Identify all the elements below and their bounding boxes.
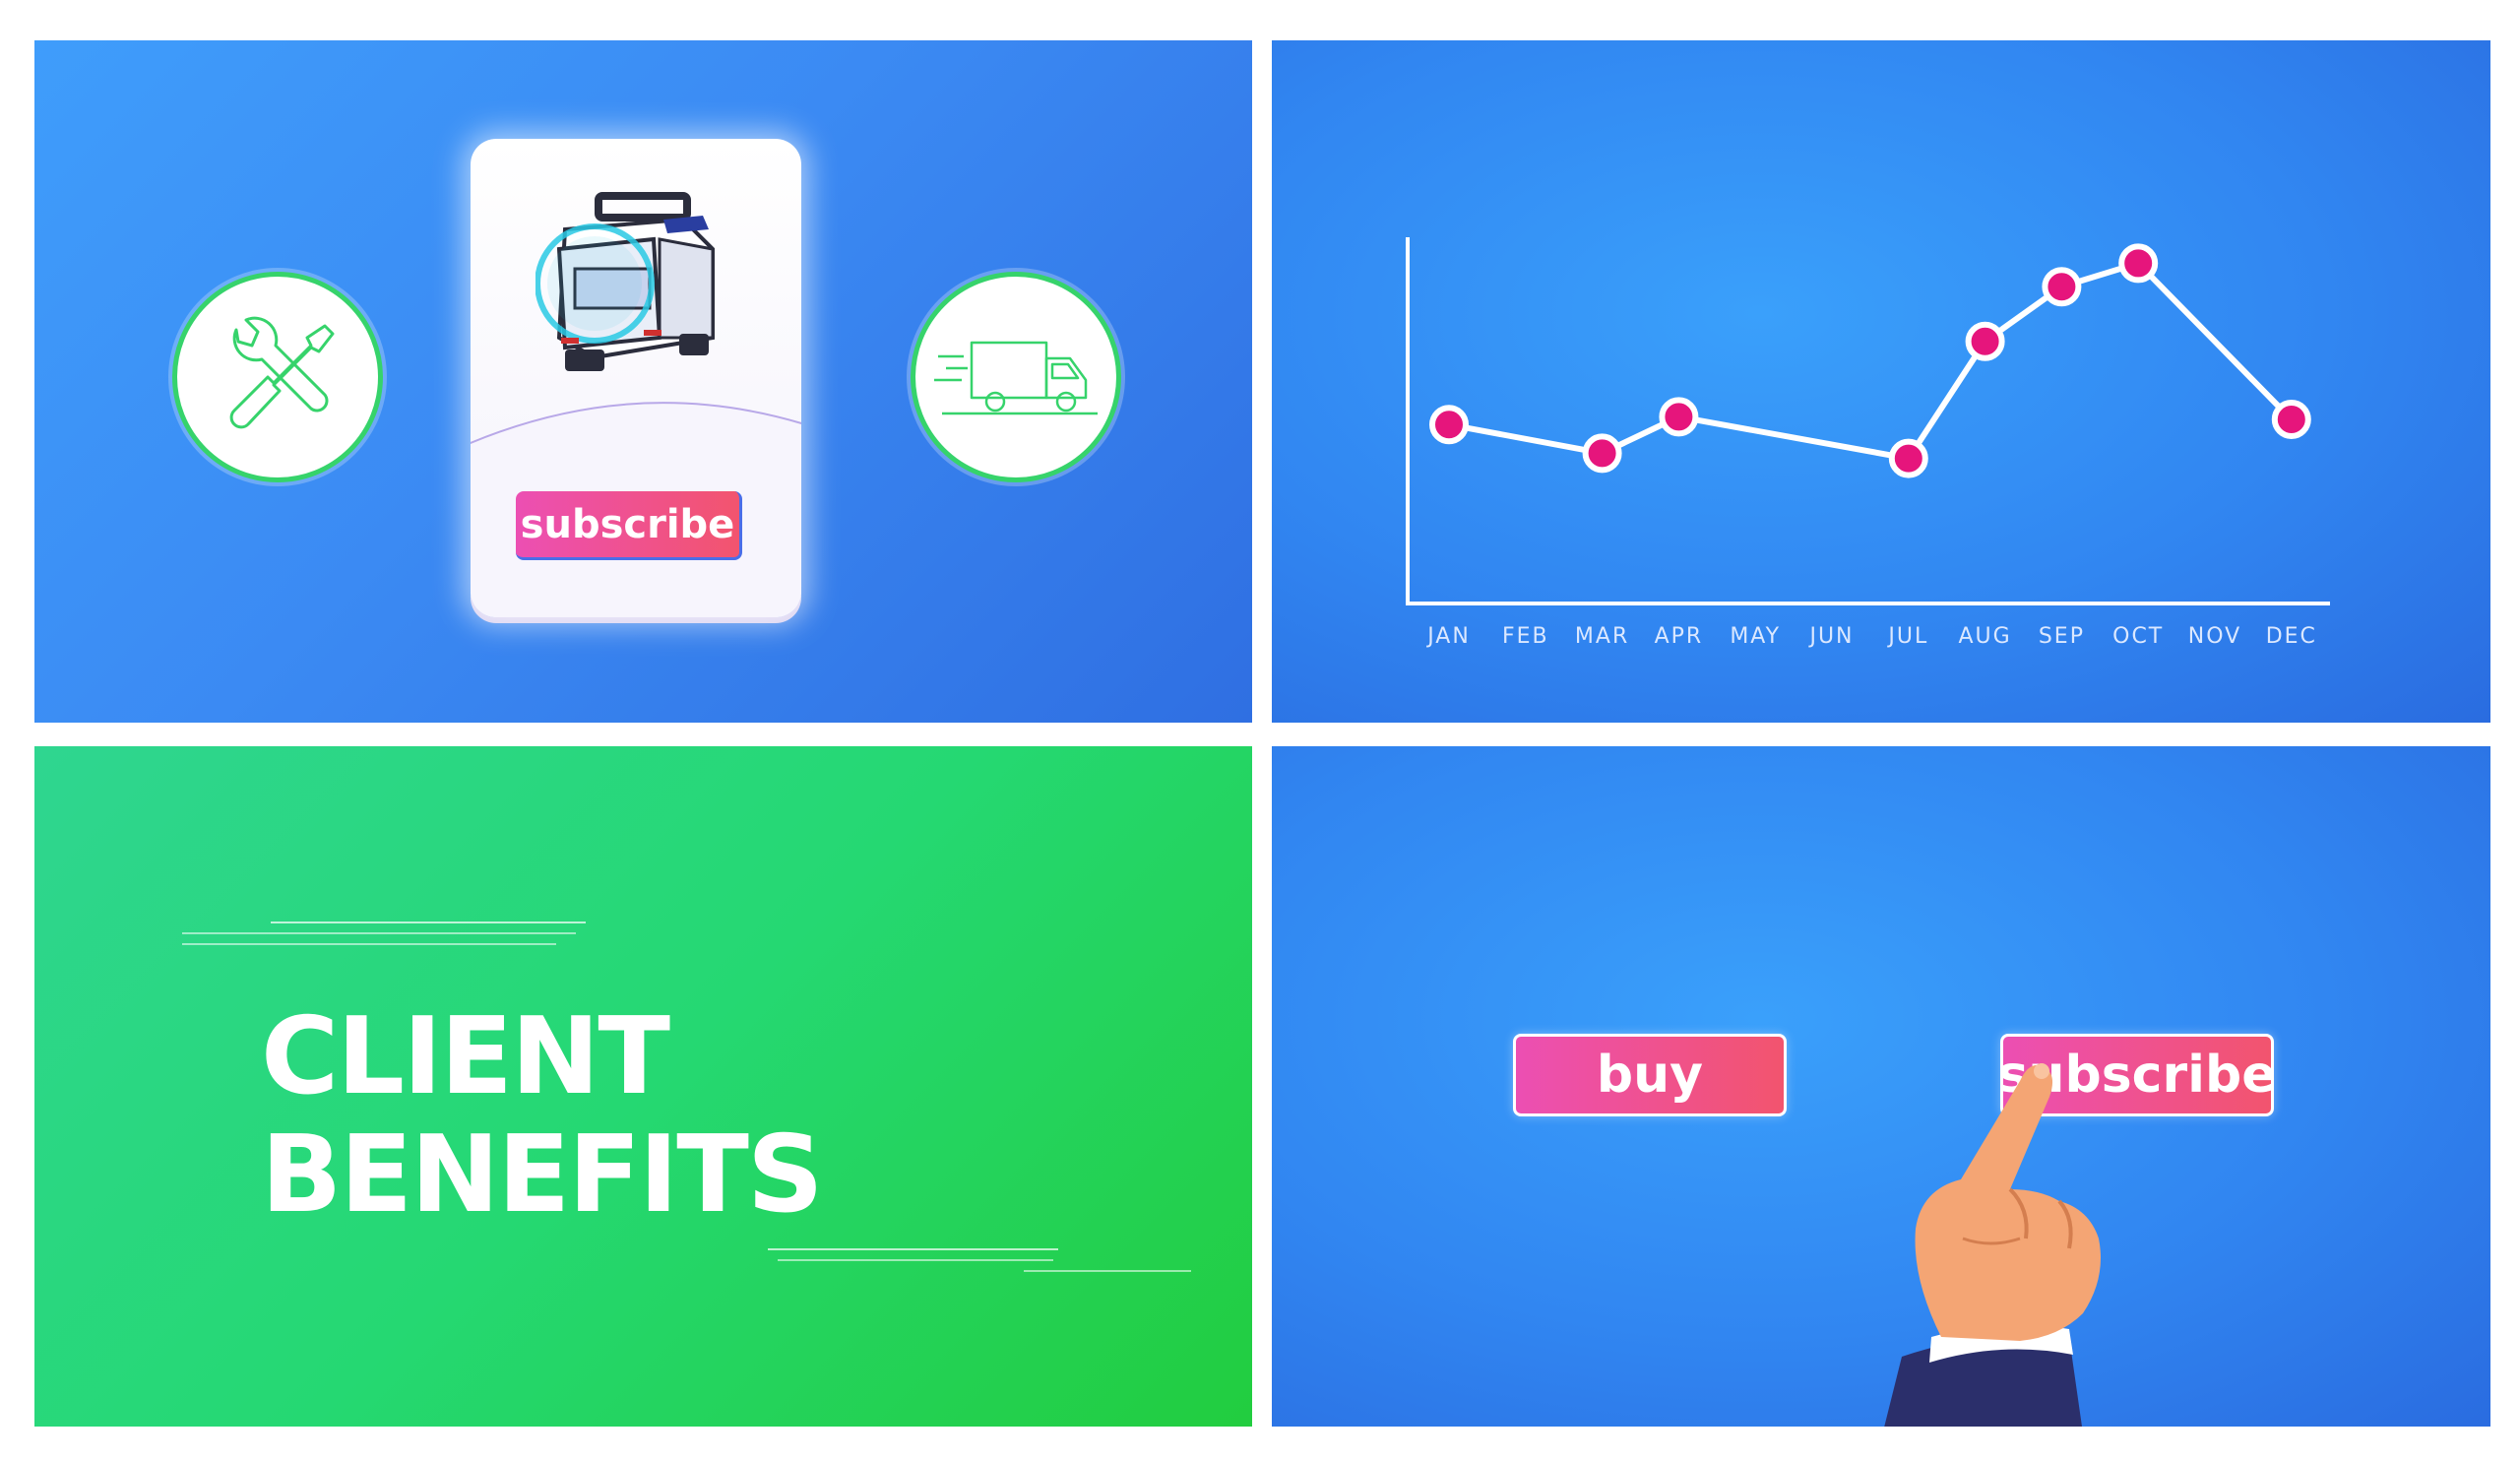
x-tick-label: FEB xyxy=(1502,624,1549,649)
data-point xyxy=(1582,433,1622,474)
x-tick-label: OCT xyxy=(2112,624,2164,649)
data-point xyxy=(1429,405,1469,445)
data-point xyxy=(2271,400,2311,439)
panel-line-chart: JAN FEB MAR APR MAY JUN JUL AUG SEP OCT NOV DEC xyxy=(1272,40,2490,723)
x-tick-label: APR xyxy=(1655,624,1704,649)
data-point xyxy=(1965,321,2005,361)
x-tick-label: SEP xyxy=(2039,624,2085,649)
card-subscribe-button[interactable]: subscribe xyxy=(516,491,742,560)
product-card: subscribe xyxy=(471,139,801,617)
wrench-screwdriver-icon xyxy=(229,316,335,429)
data-point xyxy=(2042,267,2082,307)
pointing-hand-icon xyxy=(1884,1063,2101,1427)
buy-button[interactable]: buy xyxy=(1513,1034,1787,1116)
x-tick-label: MAY xyxy=(1730,624,1781,649)
data-point xyxy=(1659,397,1699,437)
x-tick-label: JAN xyxy=(1425,624,1471,649)
tools-circle xyxy=(172,272,383,482)
speed-line xyxy=(182,943,556,945)
x-tick-label: MAR xyxy=(1575,624,1629,649)
speed-line xyxy=(271,921,586,923)
line-chart: JAN FEB MAR APR MAY JUN JUL AUG SEP OCT NOV DEC xyxy=(1406,237,2330,649)
x-tick-label: NOV xyxy=(2188,624,2241,649)
x-tick-label: JUL xyxy=(1886,624,1928,649)
delivery-circle xyxy=(911,272,1121,482)
delivery-truck-icon xyxy=(934,341,1098,415)
data-point xyxy=(1888,438,1928,478)
panel-product-card: subscribe xyxy=(34,40,1252,723)
panel-client-benefits: CLIENT BENEFITS xyxy=(34,746,1252,1427)
x-tick-label: DEC xyxy=(2266,624,2317,649)
speed-line xyxy=(182,932,576,934)
data-point xyxy=(2118,243,2159,284)
isometric-van-icon xyxy=(536,192,715,371)
title-benefits: BENEFITS xyxy=(261,1113,824,1237)
panel-buy-subscribe: buy subscribe xyxy=(1272,746,2490,1427)
x-tick-label: AUG xyxy=(1958,624,2011,649)
speed-line xyxy=(1024,1270,1191,1272)
series-line xyxy=(1448,260,2294,462)
title-client: CLIENT xyxy=(261,995,670,1118)
speed-line xyxy=(768,1248,1058,1250)
x-tick-label: JUN xyxy=(1807,624,1854,649)
speed-line xyxy=(778,1259,1053,1261)
